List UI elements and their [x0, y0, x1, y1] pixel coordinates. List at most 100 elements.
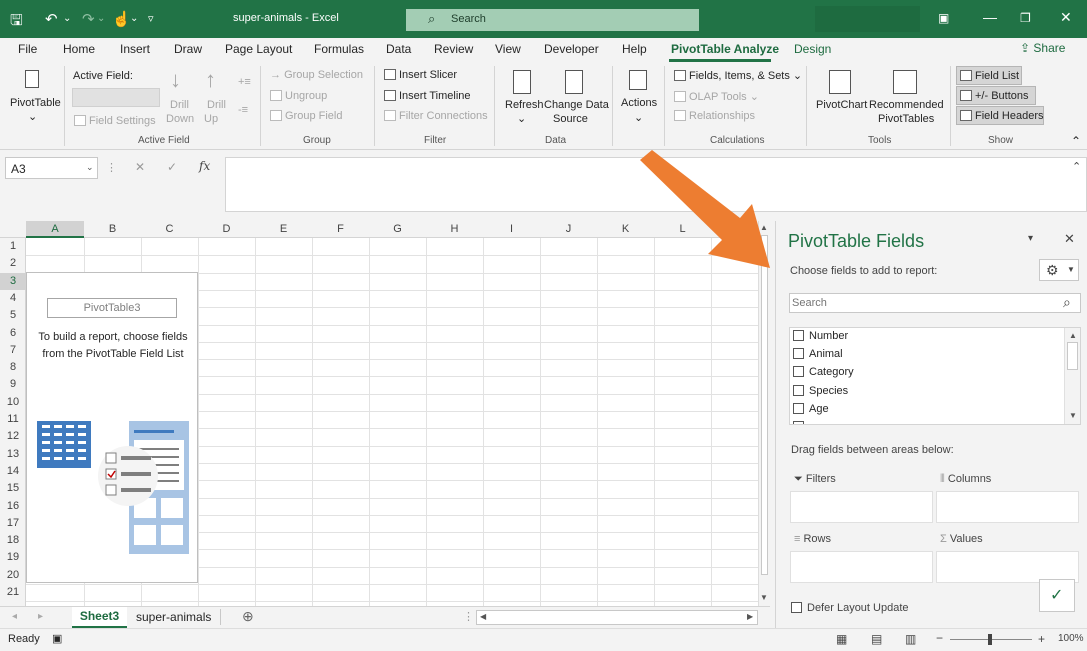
buttons-toggle[interactable]: +/- Buttons: [956, 86, 1036, 105]
touch-dropdown-icon[interactable]: ⌄: [130, 13, 138, 24]
row-header-16[interactable]: 16: [0, 500, 26, 512]
row-header-2[interactable]: 2: [0, 257, 26, 269]
save-icon[interactable]: 🖫: [10, 10, 23, 35]
insert-function-icon[interactable]: fx: [199, 159, 210, 173]
horizontal-scrollbar[interactable]: ◀ ▶: [476, 610, 758, 625]
tab-split-icon[interactable]: ⋮: [463, 610, 474, 623]
restore-icon[interactable]: ❐: [1020, 11, 1031, 25]
prev-sheet-icon[interactable]: ◂: [12, 611, 17, 622]
pivottable-dropdown-icon[interactable]: ⌄: [28, 110, 37, 123]
actions-button[interactable]: Actions: [621, 97, 657, 109]
field-checkbox[interactable]: [793, 348, 804, 359]
column-header-i[interactable]: I: [483, 223, 540, 235]
tab-page-layout[interactable]: Page Layout: [225, 42, 292, 56]
tab-help[interactable]: Help: [622, 42, 647, 56]
field-checkbox[interactable]: [793, 366, 804, 377]
column-header-c[interactable]: C: [141, 223, 198, 235]
column-header-a[interactable]: A: [26, 221, 84, 238]
row-header-13[interactable]: 13: [0, 448, 26, 460]
tab-draw[interactable]: Draw: [174, 42, 202, 56]
row-header-9[interactable]: 9: [0, 378, 26, 390]
rows-area[interactable]: ≡ Rows: [790, 533, 933, 593]
fields-items-sets-button[interactable]: Fields, Items, & Sets ⌄: [674, 69, 802, 82]
column-header-b[interactable]: B: [84, 223, 141, 235]
tab-formulas[interactable]: Formulas: [314, 42, 364, 56]
row-header-19[interactable]: 19: [0, 551, 26, 563]
column-header-d[interactable]: D: [198, 223, 255, 235]
pivotchart-button[interactable]: PivotChart: [816, 99, 867, 111]
tab-insert[interactable]: Insert: [120, 42, 150, 56]
scroll-thumb[interactable]: [761, 235, 768, 575]
zoom-out-icon[interactable]: −: [936, 631, 943, 645]
row-header-17[interactable]: 17: [0, 517, 26, 529]
recommended-label-2[interactable]: PivotTables: [878, 113, 934, 125]
pane-settings-button[interactable]: ⚙ ▼: [1039, 259, 1079, 281]
minimize-icon[interactable]: —: [983, 9, 997, 25]
recommended-label-1[interactable]: Recommended: [869, 99, 944, 111]
insert-timeline-button[interactable]: Insert Timeline: [384, 90, 471, 102]
zoom-in-icon[interactable]: +: [1038, 632, 1045, 646]
expand-formula-icon[interactable]: ⌃: [1072, 160, 1081, 173]
field-item-species[interactable]: Species: [793, 385, 848, 397]
sheet-tab-super-animals[interactable]: super-animals: [136, 610, 211, 624]
rows-drop-zone[interactable]: [790, 551, 933, 583]
undo-icon[interactable]: ↶: [45, 10, 58, 28]
row-header-3[interactable]: 3: [0, 272, 26, 290]
field-checkbox[interactable]: [793, 385, 804, 396]
column-header-e[interactable]: E: [255, 223, 312, 235]
field-search-input[interactable]: [792, 296, 1054, 310]
row-header-12[interactable]: 12: [0, 430, 26, 442]
tab-view[interactable]: View: [495, 42, 521, 56]
field-list-scroll-thumb[interactable]: [1067, 342, 1078, 370]
page-layout-view-icon[interactable]: ▤: [871, 632, 882, 646]
pivottable-placeholder[interactable]: PivotTable3 To build a report, choose fi…: [26, 272, 198, 583]
ribbon-display-icon[interactable]: ▣: [938, 11, 949, 25]
scroll-down-icon[interactable]: ▼: [760, 593, 768, 602]
filters-area[interactable]: ⏷ Filters: [790, 473, 933, 533]
defer-checkbox[interactable]: [791, 602, 802, 613]
row-header-5[interactable]: 5: [0, 309, 26, 321]
row-header-18[interactable]: 18: [0, 534, 26, 546]
change-data-source-label-2[interactable]: Source: [553, 113, 588, 125]
add-sheet-icon[interactable]: ⊕: [242, 608, 254, 625]
tab-developer[interactable]: Developer: [544, 42, 599, 56]
row-header-8[interactable]: 8: [0, 361, 26, 373]
insert-slicer-button[interactable]: Insert Slicer: [384, 69, 457, 81]
scroll-right-icon[interactable]: ▶: [747, 612, 753, 621]
refresh-dropdown-icon[interactable]: ⌄: [517, 112, 526, 125]
column-header-j[interactable]: J: [540, 223, 597, 235]
row-header-1[interactable]: 1: [0, 240, 26, 252]
collapse-ribbon-icon[interactable]: ⌃: [1071, 134, 1081, 148]
field-item-number[interactable]: Number: [793, 330, 848, 342]
filters-drop-zone[interactable]: [790, 491, 933, 523]
tab-review[interactable]: Review: [434, 42, 473, 56]
change-data-source-label-1[interactable]: Change Data: [544, 99, 609, 111]
row-header-14[interactable]: 14: [0, 465, 26, 477]
name-box-dropdown-icon[interactable]: ⌄: [86, 162, 94, 173]
tab-design[interactable]: Design: [794, 42, 831, 56]
pivottable-button[interactable]: PivotTable: [10, 97, 61, 109]
refresh-button[interactable]: Refresh: [505, 99, 544, 111]
defer-layout-update[interactable]: Defer Layout Update: [791, 602, 909, 614]
row-header-15[interactable]: 15: [0, 482, 26, 494]
share-button[interactable]: ⇪ Share: [1020, 41, 1065, 55]
column-header-f[interactable]: F: [312, 223, 369, 235]
sheet-tab-sheet3[interactable]: Sheet3: [72, 607, 127, 628]
row-header-10[interactable]: 10: [0, 396, 26, 408]
touch-mode-icon[interactable]: ☝: [112, 10, 131, 28]
field-headers-toggle[interactable]: Field Headers: [956, 106, 1044, 125]
row-header-6[interactable]: 6: [0, 327, 26, 339]
columns-drop-zone[interactable]: [936, 491, 1079, 523]
zoom-level[interactable]: 100%: [1058, 633, 1084, 644]
next-sheet-icon[interactable]: ▸: [38, 611, 43, 622]
row-header-11[interactable]: 11: [0, 413, 26, 425]
row-header-20[interactable]: 20: [0, 569, 26, 581]
field-list-toggle[interactable]: Field List: [956, 66, 1022, 85]
account-area[interactable]: [815, 6, 920, 32]
field-search[interactable]: ⌕: [789, 293, 1081, 313]
normal-view-icon[interactable]: ▦: [836, 632, 847, 646]
field-list-scroll-down-icon[interactable]: ▼: [1069, 411, 1077, 420]
scroll-left-icon[interactable]: ◀: [480, 612, 486, 621]
zoom-slider-thumb[interactable]: [988, 634, 992, 645]
columns-area[interactable]: ⦀ Columns: [936, 473, 1079, 533]
